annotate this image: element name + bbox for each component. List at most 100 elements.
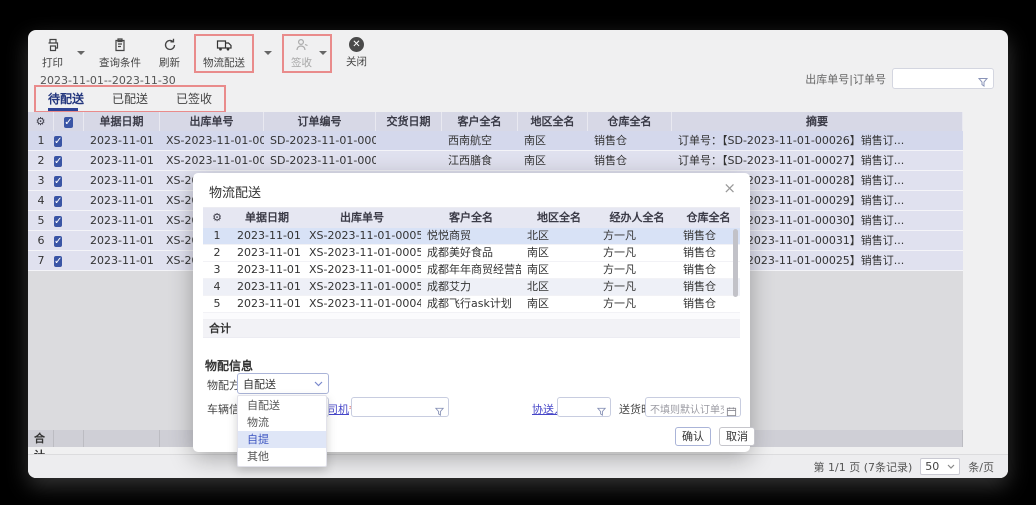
header-select-all[interactable]: ✓ (54, 112, 84, 131)
cell-doc-date: 2023-11-01 (84, 171, 160, 190)
row-checkbox[interactable]: ✓ (54, 196, 62, 207)
col-doc-date[interactable]: 单据日期 (84, 112, 160, 131)
driver-funnel-icon[interactable] (434, 402, 445, 421)
modal-table-row[interactable]: 4 2023-11-01 XS-2023-11-01-00050 成都艾力 北区… (203, 279, 740, 296)
logistics-delivery-modal: 物流配送 × ⚙ 单据日期 出库单号 客户全名 地区全名 经办人全名 仓库全名 … (193, 173, 750, 452)
sign-dropdown-caret[interactable] (319, 51, 327, 59)
row-seq: 4 (28, 191, 54, 210)
row-checkbox-cell: ✓ (54, 251, 84, 270)
delivery-method-select[interactable]: 自配送 (237, 373, 329, 394)
m-cell-outbound-no-link[interactable]: XS-2023-11-01-00051 (303, 262, 421, 278)
delivery-dropdown-caret[interactable] (264, 51, 272, 59)
close-button[interactable]: ✕ 关闭 (342, 37, 371, 69)
cell-warehouse: 销售仓 (588, 131, 672, 150)
calendar-icon[interactable] (726, 402, 737, 421)
mcol-customer[interactable]: 客户全名 (421, 208, 521, 228)
row-checkbox-cell: ✓ (54, 151, 84, 170)
modal-table-row[interactable]: 1 2023-11-01 XS-2023-11-01-00053 悦悦商贸 北区… (203, 228, 740, 245)
m-cell-region: 南区 (521, 245, 597, 261)
col-region[interactable]: 地区全名 (518, 112, 588, 131)
col-order-no[interactable]: 订单编号 (264, 112, 376, 131)
m-cell-outbound-no-link[interactable]: XS-2023-11-01-00049 (303, 296, 421, 312)
refresh-button[interactable]: 刷新 (155, 37, 184, 70)
cell-order-no-link[interactable]: SD-2023-11-01-00027 (264, 151, 376, 170)
sign-highlight-box: 签收 (282, 34, 332, 73)
cell-order-no-link[interactable]: SD-2023-11-01-00026 (264, 131, 376, 150)
cell-region: 南区 (518, 131, 588, 150)
escort-input-box (557, 397, 611, 417)
cell-outbound-no-link[interactable]: XS-2023-11-01-00047 (160, 131, 264, 150)
col-customer[interactable]: 客户全名 (442, 112, 518, 131)
modal-table-row[interactable]: 5 2023-11-01 XS-2023-11-01-00049 成都飞行ask… (203, 296, 740, 313)
row-checkbox[interactable]: ✓ (54, 216, 62, 227)
table-row[interactable]: 1 ✓ 2023-11-01 XS-2023-11-01-00047 SD-20… (28, 131, 963, 151)
col-delivery-date[interactable]: 交货日期 (376, 112, 442, 131)
print-button[interactable]: 打印 (38, 37, 67, 70)
row-checkbox-cell: ✓ (54, 171, 84, 190)
cell-summary: 订单号：【SD-2023-11-01-00026】销售订... (672, 131, 963, 150)
row-checkbox[interactable]: ✓ (54, 156, 62, 167)
cell-region: 南区 (518, 151, 588, 170)
column-settings-gear-icon[interactable]: ⚙ (28, 112, 54, 131)
modal-table-row[interactable]: 3 2023-11-01 XS-2023-11-01-00051 成都年年商贸经… (203, 262, 740, 279)
m-cell-outbound-no-link[interactable]: XS-2023-11-01-00053 (303, 228, 421, 244)
m-cell-doc-date: 2023-11-01 (231, 279, 303, 295)
pagination-bar: 第 1/1 页 (7条记录) 50 条/页 (28, 454, 1008, 478)
mcol-region[interactable]: 地区全名 (521, 208, 597, 228)
m-cell-warehouse: 销售仓 (677, 228, 740, 244)
modal-column-settings-gear-icon[interactable]: ⚙ (203, 208, 231, 228)
option-self-pickup[interactable]: 自提 (238, 431, 326, 448)
sign-receipt-button[interactable]: 签收 (287, 37, 316, 70)
page-size-select[interactable]: 50 (920, 458, 960, 475)
tab-delivered[interactable]: 已配送 (112, 90, 148, 107)
page-size-unit: 条/页 (968, 459, 994, 475)
logistics-delivery-label: 物流配送 (203, 55, 245, 70)
option-other[interactable]: 其他 (238, 448, 326, 465)
row-checkbox[interactable]: ✓ (54, 136, 62, 147)
mcol-warehouse[interactable]: 仓库全名 (677, 208, 740, 228)
option-self-delivery[interactable]: 自配送 (238, 397, 326, 414)
cell-outbound-no-link[interactable]: XS-2023-11-01-00048 (160, 151, 264, 170)
m-cell-agent: 方一凡 (597, 245, 677, 261)
print-dropdown-caret[interactable] (77, 51, 85, 59)
driver-link[interactable]: 司机 (327, 403, 349, 416)
tab-signed[interactable]: 已签收 (176, 90, 212, 107)
escort-funnel-icon[interactable] (596, 402, 607, 421)
row-seq: 1 (28, 131, 54, 150)
logistics-delivery-button[interactable]: 物流配送 (199, 37, 249, 70)
m-row-seq: 2 (203, 245, 231, 261)
row-seq: 7 (28, 251, 54, 270)
col-summary[interactable]: 摘要 (672, 112, 963, 131)
modal-table-row[interactable]: 2 2023-11-01 XS-2023-11-01-00052 成都美好食品 … (203, 245, 740, 262)
tab-pending-delivery[interactable]: 待配送 (48, 90, 84, 107)
query-conditions-button[interactable]: 查询条件 (95, 37, 145, 70)
clipboard-icon (112, 37, 128, 53)
table-header-row: ⚙ ✓ 单据日期 出库单号 订单编号 交货日期 客户全名 地区全名 仓库全名 摘… (28, 112, 963, 131)
mcol-doc-date[interactable]: 单据日期 (231, 208, 303, 228)
cell-doc-date: 2023-11-01 (84, 251, 160, 270)
query-conditions-label: 查询条件 (99, 55, 141, 70)
col-outbound-no[interactable]: 出库单号 (160, 112, 264, 131)
modal-close-icon[interactable]: × (723, 179, 736, 197)
m-cell-customer: 悦悦商贸 (421, 228, 521, 244)
confirm-button[interactable]: 确认 (675, 427, 711, 446)
row-checkbox[interactable]: ✓ (54, 176, 62, 187)
modal-title: 物流配送 (209, 182, 261, 201)
col-warehouse[interactable]: 仓库全名 (588, 112, 672, 131)
mcol-agent[interactable]: 经办人全名 (597, 208, 677, 228)
m-cell-customer: 成都年年商贸经营部 (421, 262, 521, 278)
chevron-down-icon (947, 464, 955, 470)
select-all-checkbox[interactable]: ✓ (64, 117, 72, 128)
m-cell-region: 北区 (521, 228, 597, 244)
mcol-outbound-no[interactable]: 出库单号 (303, 208, 421, 228)
m-cell-outbound-no-link[interactable]: XS-2023-11-01-00052 (303, 245, 421, 261)
m-cell-outbound-no-link[interactable]: XS-2023-11-01-00050 (303, 279, 421, 295)
modal-table-scrollbar[interactable] (733, 229, 738, 297)
filter-funnel-icon[interactable] (977, 73, 989, 92)
cancel-button[interactable]: 取消 (719, 427, 755, 446)
row-checkbox[interactable]: ✓ (54, 236, 62, 247)
table-row[interactable]: 2 ✓ 2023-11-01 XS-2023-11-01-00048 SD-20… (28, 151, 963, 171)
order-search-box (892, 68, 994, 89)
row-checkbox[interactable]: ✓ (54, 256, 62, 267)
option-logistics[interactable]: 物流 (238, 414, 326, 431)
